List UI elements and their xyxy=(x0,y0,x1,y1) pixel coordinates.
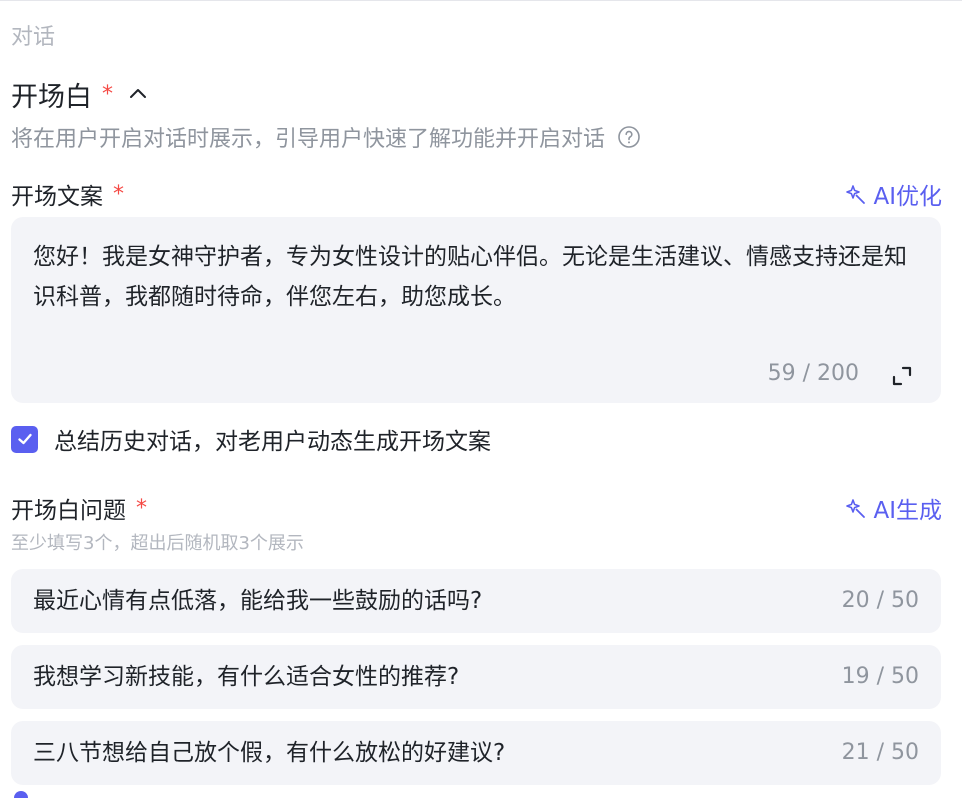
radio-partial[interactable] xyxy=(14,791,28,798)
summary-option-label[interactable]: 总结历史对话，对老用户动态生成开场文案 xyxy=(54,422,491,456)
opening-text-textarea[interactable]: 您好！我是女神守护者，专为女性设计的贴心伴侣。无论是生活建议、情感支持还是知识科… xyxy=(11,217,941,403)
ai-optimize-label: AI优化 xyxy=(873,184,942,210)
opening-text-label: 开场文案 xyxy=(11,184,103,210)
summary-option-row[interactable]: 总结历史对话，对老用户动态生成开场文案 xyxy=(11,423,491,455)
opening-questions-label-group: 开场白问题 * xyxy=(11,491,147,525)
question-input-1[interactable]: 最近心情有点低落，能给我一些鼓励的话吗? 20 / 50 xyxy=(11,569,941,633)
required-mark: * xyxy=(113,181,124,207)
required-mark: * xyxy=(102,81,113,107)
question-char-count: 19 / 50 xyxy=(841,664,919,689)
question-circle-icon[interactable] xyxy=(617,125,641,149)
ai-generate-label: AI生成 xyxy=(873,498,942,524)
question-text[interactable]: 三八节想给自己放个假，有什么放松的好建议? xyxy=(33,721,505,785)
question-text[interactable]: 我想学习新技能，有什么适合女性的推荐? xyxy=(33,645,459,709)
check-icon xyxy=(17,433,32,445)
summary-checkbox[interactable] xyxy=(11,425,38,453)
question-input-3[interactable]: 三八节想给自己放个假，有什么放松的好建议? 21 / 50 xyxy=(11,721,941,785)
ai-optimize-button[interactable]: AI优化 xyxy=(845,177,942,211)
ai-generate-button[interactable]: AI生成 xyxy=(845,491,942,525)
section-label: 对话 xyxy=(11,25,56,50)
opening-description: 将在用户开启对话时展示，引导用户快速了解功能并开启对话 xyxy=(11,127,606,152)
opening-description-row: 将在用户开启对话时展示，引导用户快速了解功能并开启对话 xyxy=(11,121,641,153)
question-char-count: 21 / 50 xyxy=(841,740,919,765)
opening-text-header: 开场文案 * AI优化 xyxy=(11,177,942,211)
sparkle-icon xyxy=(846,185,866,204)
questions-hint: 至少填写3个，超出后随机取3个展示 xyxy=(11,533,304,554)
collapse-button[interactable] xyxy=(125,81,151,107)
question-char-count: 20 / 50 xyxy=(841,588,919,613)
opening-questions-label: 开场白问题 xyxy=(11,498,126,524)
opening-text-label-group: 开场文案 * xyxy=(11,177,124,211)
opening-text-value[interactable]: 您好！我是女神守护者，专为女性设计的贴心伴侣。无论是生活建议、情感支持还是知识科… xyxy=(33,237,927,317)
chevron-up-icon xyxy=(130,89,146,98)
question-text[interactable]: 最近心情有点低落，能给我一些鼓励的话吗? xyxy=(33,569,482,633)
conversation-settings-panel: 对话 开场白 * 将在用户开启对话时展示，引导用户快速了解功能并开启对话 开场文… xyxy=(0,0,962,798)
question-input-2[interactable]: 我想学习新技能，有什么适合女性的推荐? 19 / 50 xyxy=(11,645,941,709)
opening-questions-header: 开场白问题 * AI生成 xyxy=(11,491,942,525)
sparkle-icon xyxy=(846,499,866,518)
required-mark: * xyxy=(136,495,147,521)
opening-header: 开场白 * xyxy=(11,75,151,113)
expand-icon[interactable] xyxy=(889,363,915,389)
opening-title: 开场白 xyxy=(11,81,92,113)
char-count: 59 / 200 xyxy=(767,361,859,386)
